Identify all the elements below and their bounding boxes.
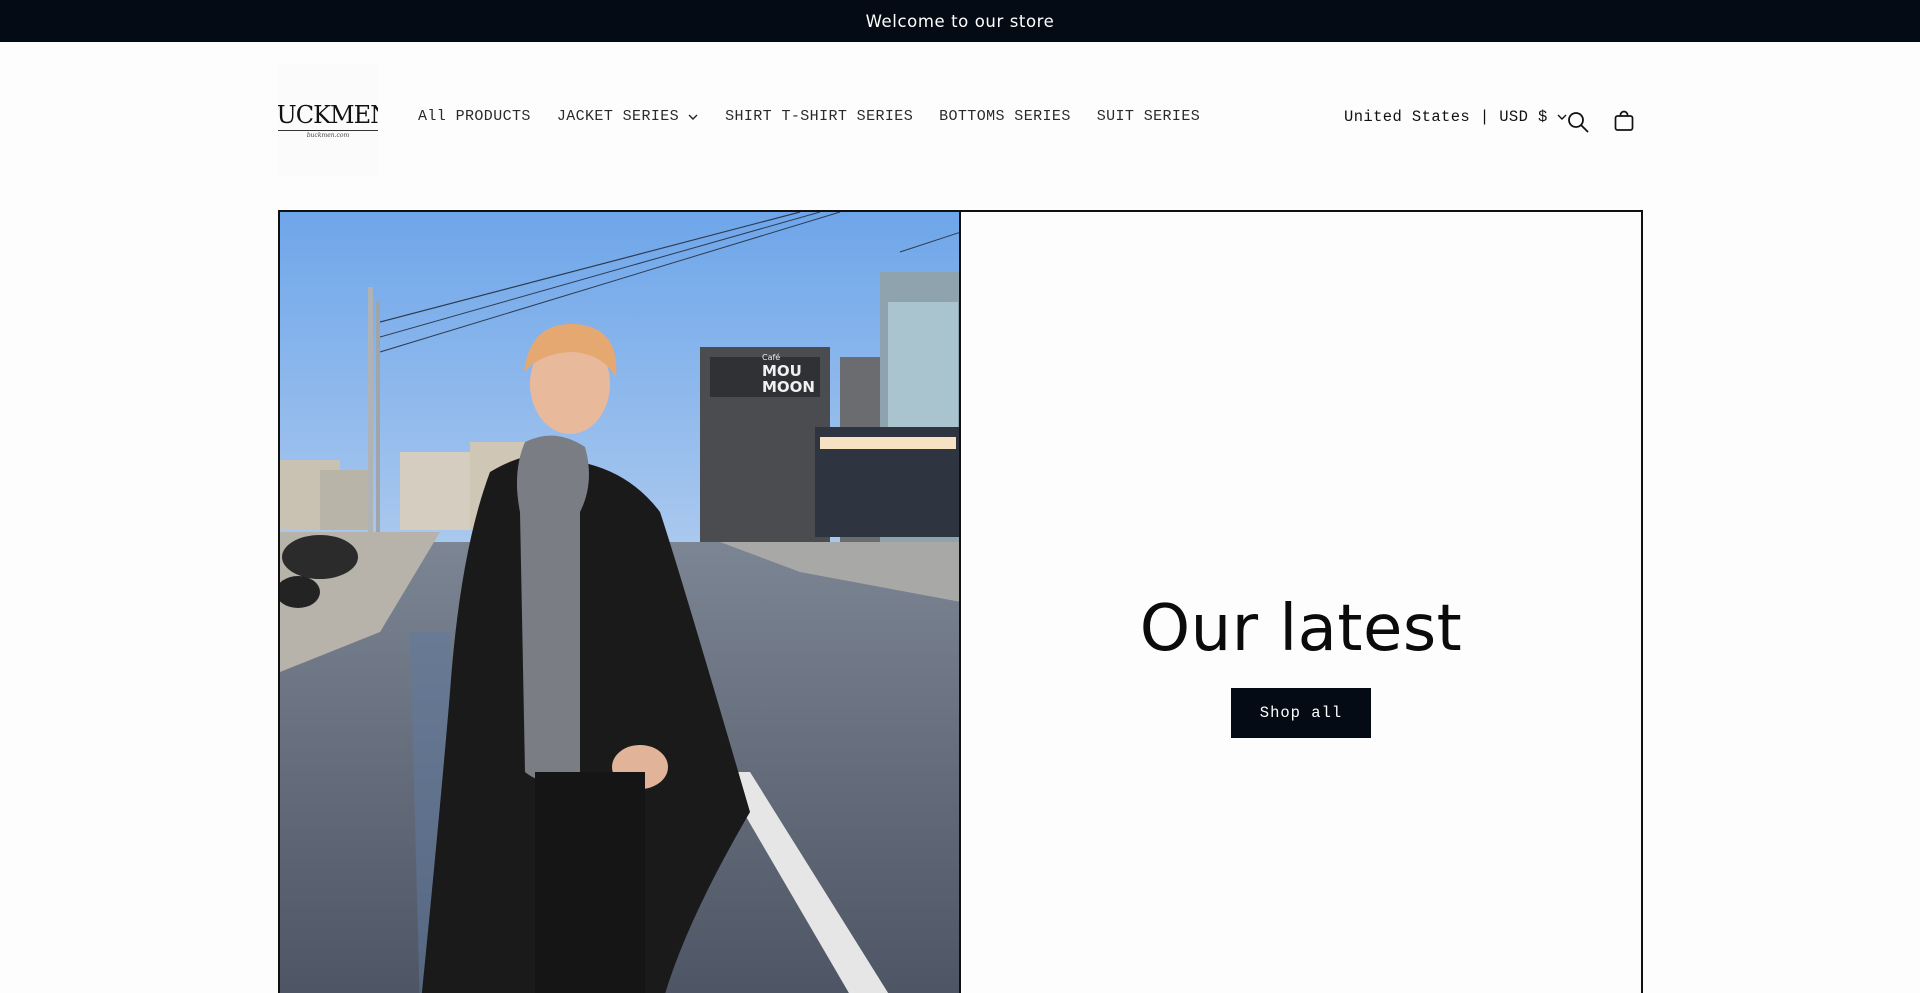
nav-item-all-products[interactable]: All PRODUCTS	[418, 108, 531, 125]
site-header: BUCKMEN buckmen.com All PRODUCTS JACKET …	[0, 42, 1920, 210]
nav-item-bottoms-series[interactable]: BOTTOMS SERIES	[939, 108, 1071, 125]
logo-rule	[278, 130, 378, 131]
nav-item-suit-series[interactable]: SUIT SERIES	[1097, 108, 1200, 125]
hero-content: Our latest Shop all	[961, 212, 1641, 993]
nav-item-shirt-tshirt-series[interactable]: SHIRT T-SHIRT SERIES	[725, 108, 913, 125]
announcement-bar: Welcome to our store	[0, 0, 1920, 42]
cart-button[interactable]	[1610, 107, 1638, 135]
nav-item-label: All PRODUCTS	[418, 108, 531, 125]
sign-cafe: Café	[762, 352, 780, 362]
search-icon	[1568, 112, 1589, 133]
store-logo[interactable]: BUCKMEN buckmen.com	[278, 64, 378, 176]
country-currency-selector[interactable]: United States | USD $	[1344, 108, 1568, 126]
nav-item-label: BOTTOMS SERIES	[939, 108, 1071, 125]
main-nav: All PRODUCTS JACKET SERIES SHIRT T-SHIRT…	[418, 108, 1226, 125]
logo-wordmark: BUCKMEN	[278, 101, 378, 129]
sign-moon: MOON	[762, 378, 815, 396]
hero-photo: Café MOU MOON	[280, 212, 959, 993]
locale-label: United States | USD $	[1344, 108, 1548, 126]
nav-item-label: SUIT SERIES	[1096, 108, 1201, 125]
announcement-text: Welcome to our store	[865, 11, 1055, 31]
shop-all-button[interactable]: Shop all	[1231, 688, 1371, 738]
hero-title: Our latest	[1139, 592, 1463, 666]
nav-item-label: SHIRT T-SHIRT SERIES	[725, 108, 914, 125]
hero-banner: Café MOU MOON Our latest Shop all	[278, 210, 1643, 993]
hero-image: Café MOU MOON	[280, 212, 961, 993]
nav-item-label: JACKET SERIES	[556, 108, 680, 125]
cart-icon	[1614, 110, 1634, 131]
logo-subtext: buckmen.com	[306, 132, 350, 139]
search-button[interactable]	[1564, 108, 1592, 136]
nav-item-jacket-series[interactable]: JACKET SERIES	[557, 108, 699, 125]
chevron-down-icon	[688, 114, 698, 120]
